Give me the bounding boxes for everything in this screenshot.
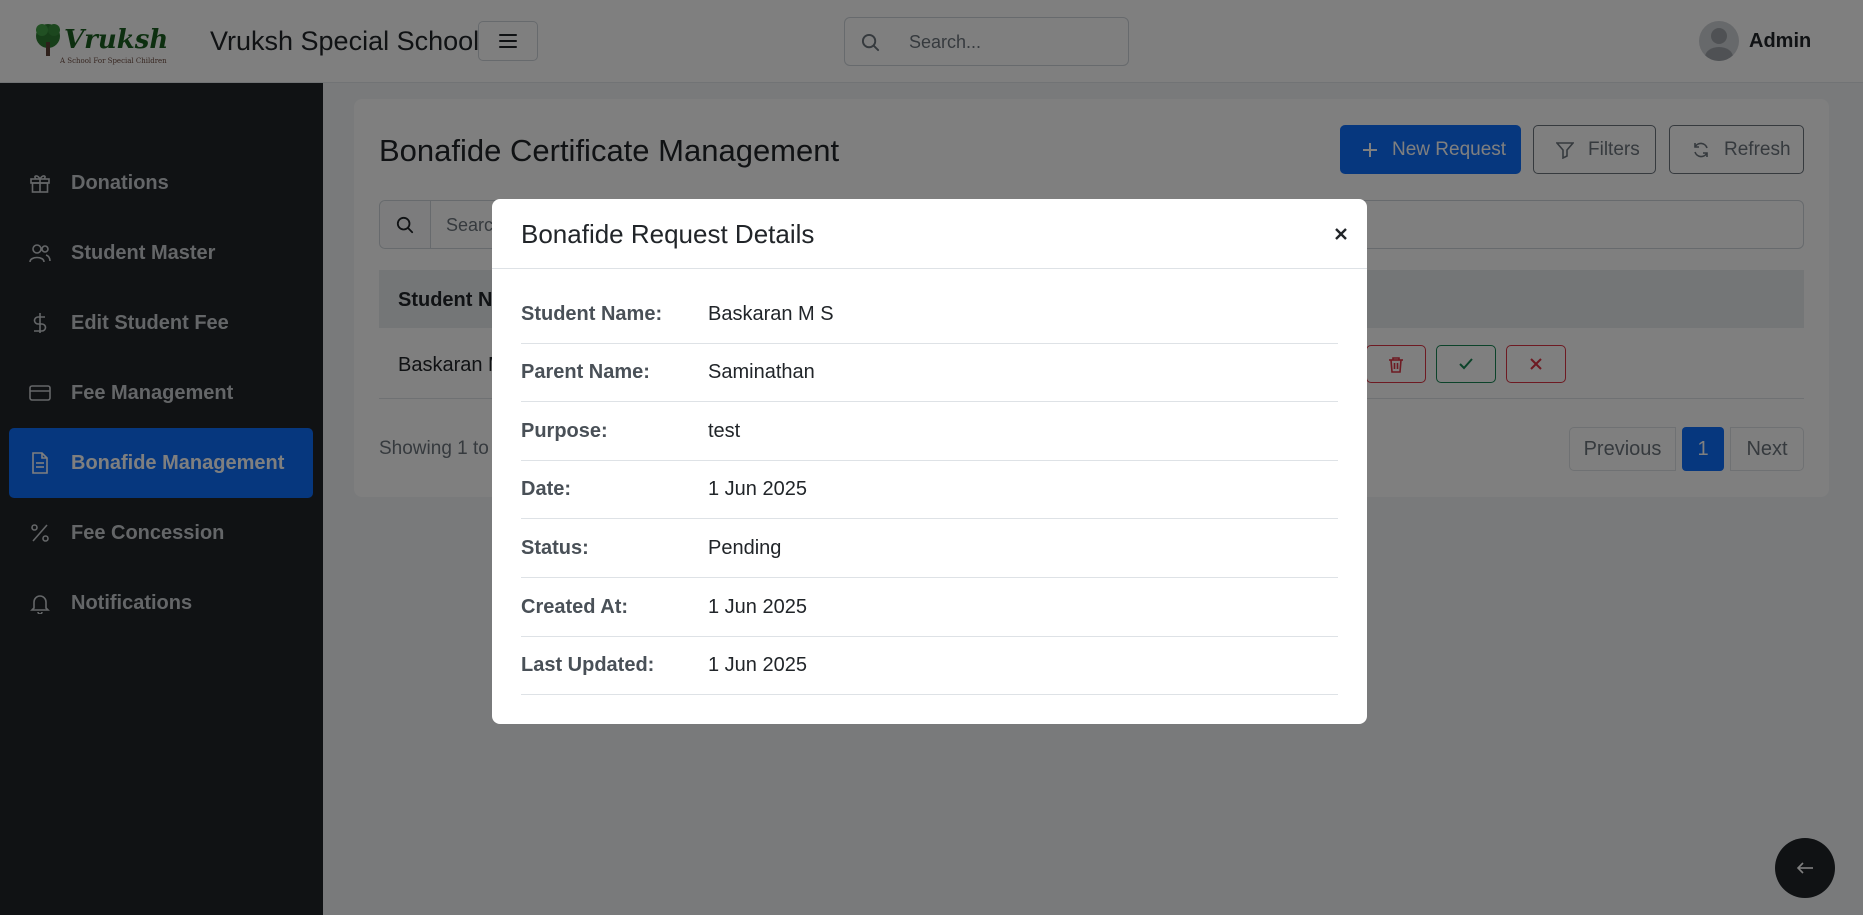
- detail-label: Created At:: [521, 596, 629, 618]
- detail-row-student-name: Student Name: Baskaran M S: [521, 286, 1338, 344]
- detail-value: Saminathan: [708, 361, 815, 383]
- detail-label: Student Name:: [521, 303, 663, 325]
- detail-value: 1 Jun 2025: [708, 596, 807, 618]
- detail-row-date: Date: 1 Jun 2025: [521, 461, 1338, 519]
- detail-value: test: [708, 420, 741, 442]
- detail-value: 1 Jun 2025: [708, 654, 807, 676]
- detail-row-status: Status: Pending: [521, 520, 1338, 578]
- detail-row-last-updated: Last Updated: 1 Jun 2025: [521, 637, 1338, 695]
- modal-header: Bonafide Request Details: [492, 199, 1367, 269]
- detail-label: Purpose:: [521, 420, 608, 442]
- detail-label: Status:: [521, 537, 589, 559]
- detail-label: Last Updated:: [521, 654, 655, 676]
- status-value: Pending: [708, 537, 782, 559]
- detail-label: Date:: [521, 478, 572, 500]
- detail-value: 1 Jun 2025: [708, 478, 807, 500]
- detail-row-purpose: Purpose: test: [521, 403, 1338, 461]
- close-icon: [1335, 228, 1347, 240]
- bonafide-details-modal: Bonafide Request Details Student Name: B…: [492, 199, 1367, 724]
- detail-label: Parent Name:: [521, 361, 650, 383]
- detail-row-parent-name: Parent Name: Saminathan: [521, 344, 1338, 402]
- detail-value: Baskaran M S: [708, 303, 834, 325]
- modal-title: Bonafide Request Details: [521, 219, 815, 249]
- close-button[interactable]: [1330, 223, 1352, 245]
- detail-row-created-at: Created At: 1 Jun 2025: [521, 579, 1338, 637]
